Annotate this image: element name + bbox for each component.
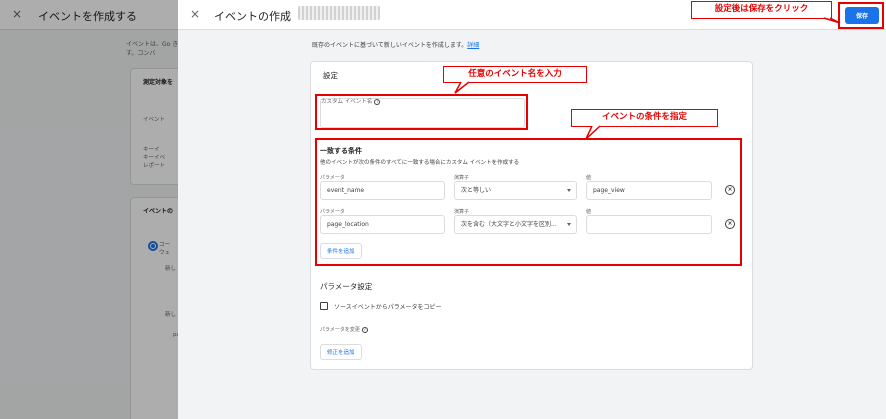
save-hint-pointer [823,17,841,24]
intro-description: 既存のイベントに基づいて新しいイベントを作成します。 [312,42,468,49]
event-name-highlight-box [315,94,528,130]
conditions-highlight-box [315,138,742,266]
learn-more-link[interactable]: 詳細 [467,42,479,49]
redacted-property-name [298,6,380,20]
modify-parameters-label: パラメータを変更? [320,326,368,333]
modify-parameters-label-text: パラメータを変更 [320,327,360,333]
copy-parameters-checkbox[interactable] [320,302,328,310]
save-highlight-box [838,2,884,29]
name-hint-pointer [454,81,470,94]
parameter-settings-title: パラメータ設定 [320,282,373,291]
add-modification-button[interactable]: 修正を追加 [320,344,362,360]
drawer-title: イベントの作成 [214,10,291,23]
settings-title: 設定 [323,71,338,80]
help-icon[interactable]: ? [361,326,368,333]
copy-parameters-label: ソースイベントからパラメータをコピー [334,304,442,311]
save-hint-callout: 設定後は保存をクリック [691,1,832,19]
close-icon[interactable]: × [190,7,200,21]
condition-hint-pointer [585,125,601,140]
create-event-drawer: × イベントの作成 保存 既存のイベントに基づいて新しいイベントを作成します。詳… [178,0,886,419]
name-hint-callout: 任意のイベント名を入力 [443,66,587,83]
condition-hint-callout: イベントの条件を指定 [571,109,718,127]
intro-text: 既存のイベントに基づいて新しいイベントを作成します。詳細 [312,40,479,49]
